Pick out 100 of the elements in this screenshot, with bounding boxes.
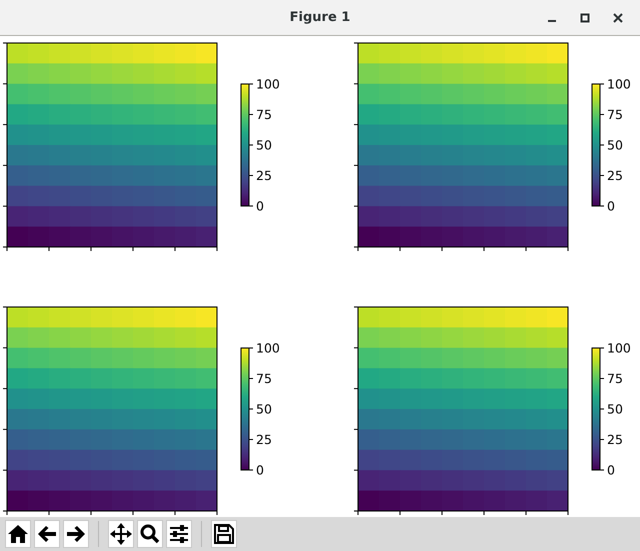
heatmap-cell <box>133 104 154 126</box>
heatmap-cell <box>358 368 380 390</box>
heatmap-cell <box>70 490 92 512</box>
heatmap-cell <box>70 104 92 126</box>
heatmap-cell <box>484 490 506 512</box>
colorbar-label: 0 <box>256 462 264 478</box>
heatmap-cell <box>400 84 422 105</box>
heatmap-cell <box>196 84 218 105</box>
heatmap-cell <box>154 226 176 248</box>
colorbar-label: 25 <box>256 168 272 183</box>
close-icon <box>613 12 623 22</box>
heatmap-cell <box>196 145 218 166</box>
heatmap-cell <box>175 84 196 105</box>
heatmap-cell <box>421 368 442 390</box>
heatmap-cell <box>154 63 176 84</box>
minimize-icon <box>548 20 556 22</box>
heatmap-cell <box>505 63 526 84</box>
heatmap-cell <box>154 84 176 105</box>
heatmap-cell <box>505 104 526 126</box>
heatmap-cell <box>70 226 92 248</box>
move-icon <box>110 523 132 545</box>
heatmap-cell <box>91 490 112 512</box>
heatmap-cell <box>133 63 154 84</box>
heatmap-cell <box>379 490 400 512</box>
search-icon <box>140 524 160 544</box>
heatmap-cell <box>547 490 568 512</box>
colorbar-label: 75 <box>256 371 272 386</box>
heatmap-cell <box>70 327 92 348</box>
heatmap-cell <box>358 145 380 166</box>
heatmap-cell <box>28 348 50 369</box>
heatmap-cell <box>154 206 176 228</box>
heatmap-cell <box>28 307 50 328</box>
heatmap-cell <box>526 84 548 105</box>
heatmap-cell <box>196 104 218 126</box>
heatmap-cell <box>133 348 154 369</box>
heatmap-cell <box>400 348 422 369</box>
heatmap-cell <box>7 368 28 390</box>
heatmap-cell <box>547 104 568 126</box>
heatmap-cell <box>526 63 548 84</box>
colorbar-label: 0 <box>256 198 264 214</box>
pan-button[interactable] <box>108 520 134 548</box>
heatmap-cell <box>91 348 112 369</box>
heatmap-cell <box>526 368 548 390</box>
colorbar-label: 25 <box>607 432 623 447</box>
heatmap-cell <box>484 307 506 328</box>
zoom-button[interactable] <box>137 520 163 548</box>
heatmap-cell <box>442 490 464 512</box>
heatmap-cell <box>49 226 70 248</box>
heatmap-cell <box>505 470 526 492</box>
forward-button[interactable] <box>63 520 89 548</box>
heatmap-cell <box>49 63 70 84</box>
heatmap-cell <box>175 63 196 84</box>
heatmap-cell <box>547 388 568 410</box>
heatmap-cell <box>175 43 196 64</box>
heatmap-cell <box>526 327 548 348</box>
home-button[interactable] <box>5 520 31 548</box>
heatmap-cell <box>133 84 154 105</box>
heatmap-cell <box>505 348 526 369</box>
heatmap-cell <box>484 226 506 248</box>
heatmap-cell <box>91 43 112 64</box>
heatmap-cell <box>358 124 380 146</box>
heatmap-cell <box>484 327 506 348</box>
heatmap-cell <box>112 226 134 248</box>
heatmap-cell <box>175 104 196 126</box>
heatmap-cell <box>91 104 112 126</box>
heatmap-cell <box>49 206 70 228</box>
heatmap-cell <box>70 368 92 390</box>
heatmap-cell <box>358 409 380 430</box>
heatmap-cell <box>463 348 484 369</box>
heatmap-cell <box>421 470 442 492</box>
configure-button[interactable] <box>166 520 192 548</box>
heatmap-cell <box>112 490 134 512</box>
heatmap-cell <box>526 206 548 228</box>
heatmap-cell <box>484 63 506 84</box>
back-button[interactable] <box>34 520 60 548</box>
heatmap-cell <box>196 307 218 328</box>
heatmap-cell <box>505 490 526 512</box>
heatmap-cell <box>196 450 218 471</box>
heatmap-cell <box>547 84 568 105</box>
colorbar-label: 25 <box>607 168 623 183</box>
heatmap-cell <box>400 226 422 248</box>
heatmap-cell <box>547 226 568 248</box>
heatmap-cell <box>112 63 134 84</box>
heatmap-cell <box>505 43 526 64</box>
colorbar-label: 100 <box>607 76 631 92</box>
heatmap-cell <box>547 429 568 450</box>
colorbar-label: 75 <box>607 107 623 122</box>
heatmap-cell <box>463 490 484 512</box>
heatmap-cell <box>484 84 506 105</box>
heatmap-cell <box>505 84 526 105</box>
heatmap-cell <box>133 226 154 248</box>
heatmap-cell <box>358 388 380 410</box>
heatmap-cell <box>196 124 218 146</box>
heatmap-cell <box>133 43 154 64</box>
heatmap-cell <box>70 348 92 369</box>
heatmap-cell <box>70 43 92 64</box>
heatmap-cell <box>28 226 50 248</box>
heatmap-cell <box>400 43 422 64</box>
heatmap-cell <box>505 327 526 348</box>
save-button[interactable] <box>211 520 237 548</box>
